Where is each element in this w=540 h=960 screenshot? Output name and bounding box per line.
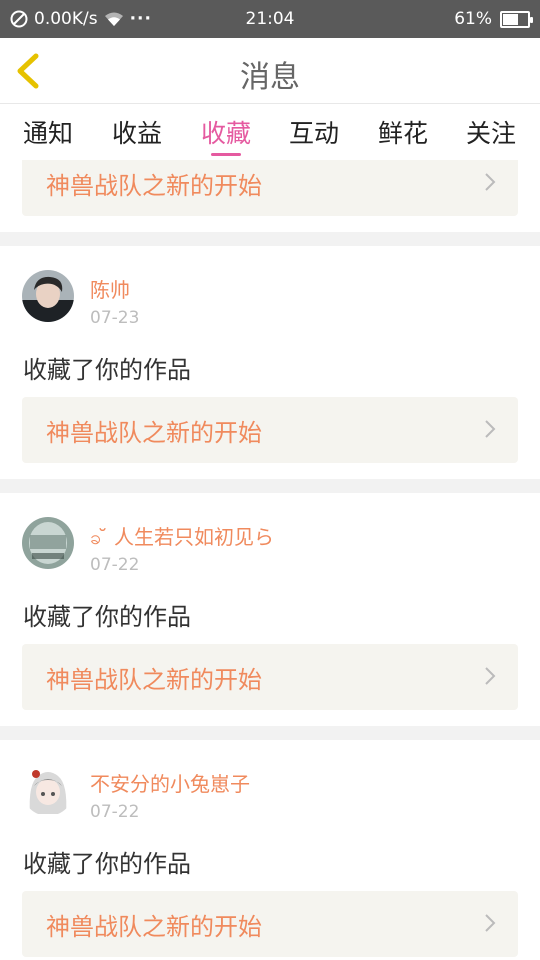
avatar-image xyxy=(22,270,74,322)
status-bar: 0.00K/s ··· 21:04 61% xyxy=(0,0,540,38)
tab-interaction[interactable]: 互动 xyxy=(274,114,354,150)
battery-percent: 61% xyxy=(454,9,492,29)
user-name[interactable]: ခ ̆ 人生若只如初见ら xyxy=(90,521,274,554)
work-link[interactable]: 神兽战队之新的开始 xyxy=(22,397,518,463)
header: 消息 xyxy=(0,38,540,104)
status-right: 61% xyxy=(454,9,533,29)
chevron-right-icon xyxy=(485,420,496,438)
avatar[interactable] xyxy=(22,270,74,322)
tab-earnings[interactable]: 收益 xyxy=(97,114,177,150)
favorites-list[interactable]: 神兽战队之新的开始 陈帅 07-23 收藏了你的作品 神兽战队之新的开始 ခ ̆… xyxy=(0,160,540,960)
tab-notifications[interactable]: 通知 xyxy=(8,114,88,150)
chevron-right-icon xyxy=(485,667,496,685)
page-title: 消息 xyxy=(240,60,300,95)
chevron-right-icon xyxy=(485,173,496,191)
date: 07-22 xyxy=(90,555,140,575)
action-text: 收藏了你的作品 xyxy=(23,850,191,878)
date: 07-22 xyxy=(90,802,140,822)
avatar-image xyxy=(22,764,74,816)
tab-favorites[interactable]: 收藏 xyxy=(186,114,266,150)
avatar[interactable] xyxy=(22,517,74,569)
tab-bar: 通知 收益 收藏 互动 鲜花 关注 xyxy=(0,104,540,160)
user-name[interactable]: 陈帅 xyxy=(90,274,130,303)
tab-flowers[interactable]: 鲜花 xyxy=(363,114,443,150)
work-title: 神兽战队之新的开始 xyxy=(46,172,262,200)
separator xyxy=(0,726,540,740)
separator xyxy=(0,479,540,493)
user-name[interactable]: 不安分的小兔崽子 xyxy=(90,768,250,797)
chevron-right-icon xyxy=(485,914,496,932)
separator xyxy=(0,232,540,246)
battery-level xyxy=(503,13,518,25)
date: 07-23 xyxy=(90,308,140,328)
work-title: 神兽战队之新的开始 xyxy=(46,666,262,694)
avatar[interactable] xyxy=(22,764,74,816)
action-text: 收藏了你的作品 xyxy=(23,603,191,631)
work-title: 神兽战队之新的开始 xyxy=(46,913,262,941)
tab-following[interactable]: 关注 xyxy=(451,114,531,150)
work-link[interactable]: 神兽战队之新的开始 xyxy=(22,160,518,216)
battery-icon xyxy=(500,10,533,28)
action-text: 收藏了你的作品 xyxy=(23,356,191,384)
work-title: 神兽战队之新的开始 xyxy=(46,419,262,447)
work-link[interactable]: 神兽战队之新的开始 xyxy=(22,644,518,710)
active-tab-indicator xyxy=(211,153,241,156)
work-link[interactable]: 神兽战队之新的开始 xyxy=(22,891,518,957)
avatar-image xyxy=(22,517,74,569)
